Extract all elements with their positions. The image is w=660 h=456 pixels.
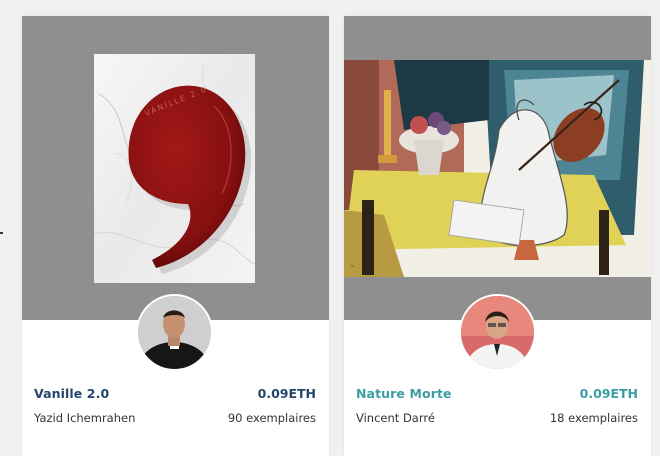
- card-media[interactable]: VANILLE 2.0: [22, 16, 329, 320]
- artwork-image[interactable]: VANILLE 2.0: [94, 54, 255, 283]
- card-title[interactable]: Nature Morte: [356, 386, 452, 401]
- card-title[interactable]: Vanille 2.0: [34, 386, 109, 401]
- page-edge-mark: [0, 232, 3, 234]
- artwork-image[interactable]: ~: [344, 60, 651, 277]
- nft-card-nature-morte[interactable]: ~ Nature Morte 0.09ETH Vincent Darré 18 …: [344, 16, 651, 456]
- edition-count: 90 exemplaires: [227, 411, 316, 425]
- card-price: 0.09ETH: [579, 386, 638, 401]
- card-media[interactable]: ~: [344, 16, 651, 320]
- svg-text:~: ~: [350, 264, 354, 270]
- artist-name[interactable]: Yazid Ichemrahen: [34, 411, 135, 425]
- nft-card-vanille[interactable]: VANILLE 2.0 Vanille 2.0 0.09ETH Yazid Ic…: [22, 16, 329, 456]
- artist-avatar[interactable]: [136, 294, 213, 371]
- edition-count: 18 exemplaires: [549, 411, 638, 425]
- artist-avatar[interactable]: [459, 294, 536, 371]
- card-price: 0.09ETH: [257, 386, 316, 401]
- artist-name[interactable]: Vincent Darré: [356, 411, 435, 425]
